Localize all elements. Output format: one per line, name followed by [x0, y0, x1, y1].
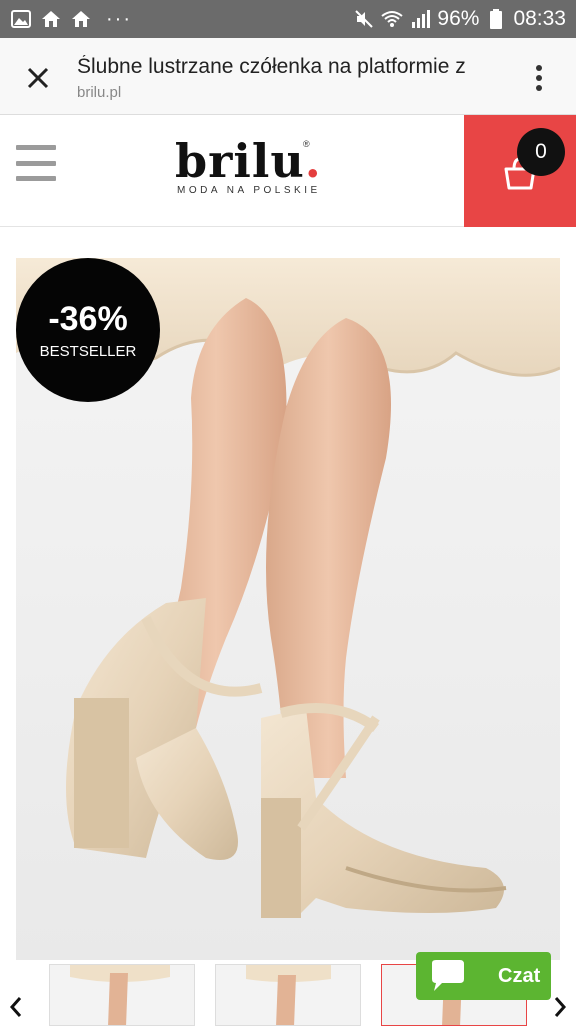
wifi-icon	[381, 8, 404, 30]
menu-dot	[536, 65, 542, 71]
status-bar: ··· 96% 08:33	[0, 0, 576, 38]
chat-bubble-icon	[426, 958, 470, 994]
bestseller-label: BESTSELLER	[39, 342, 137, 360]
chevron-right-icon[interactable]	[548, 992, 572, 1022]
menu-dot	[536, 75, 542, 81]
home-icon	[40, 8, 62, 30]
hamburger-menu-icon[interactable]	[16, 145, 56, 181]
thumbnail[interactable]	[215, 964, 361, 1026]
hamburger-line	[16, 145, 56, 150]
page-url: brilu.pl	[77, 84, 122, 101]
thumbnail[interactable]	[49, 964, 195, 1026]
chat-label: Czat	[498, 964, 541, 987]
more-dots-icon: ···	[106, 7, 132, 30]
hamburger-line	[16, 160, 56, 166]
site-header: brilu. ® MODA NA POLSKIE 0	[0, 115, 576, 227]
cart-count-badge: 0	[517, 128, 565, 176]
custom-tab-bar: Ślubne lustrzane czółenka na platformie …	[0, 38, 576, 115]
mute-icon	[353, 8, 375, 30]
battery-icon	[485, 8, 507, 30]
logo-text: brilu	[175, 134, 305, 188]
page-title: Ślubne lustrzane czółenka na platformie …	[77, 55, 466, 78]
status-right: 96% 08:33	[353, 7, 566, 31]
brand-logo[interactable]: brilu. ® MODA NA POLSKIE	[175, 135, 325, 205]
battery-percent: 96%	[437, 7, 480, 30]
chevron-left-icon[interactable]	[4, 992, 28, 1022]
home-icon	[70, 8, 92, 30]
chat-button[interactable]: Czat	[416, 952, 551, 1000]
hamburger-line	[16, 176, 56, 181]
cart-button[interactable]: 0	[464, 115, 576, 227]
clock: 08:33	[513, 7, 566, 30]
discount-badge: -36% BESTSELLER	[16, 258, 160, 402]
logo-registered: ®	[303, 139, 310, 149]
discount-percent: -36%	[48, 299, 128, 338]
menu-dot	[536, 85, 542, 91]
logo-tagline: MODA NA POLSKIE	[177, 185, 321, 196]
status-left: ···	[10, 8, 132, 31]
gallery-icon	[10, 8, 32, 30]
close-icon[interactable]	[18, 58, 58, 98]
more-vert-icon[interactable]	[524, 60, 554, 96]
signal-icon	[409, 8, 431, 30]
